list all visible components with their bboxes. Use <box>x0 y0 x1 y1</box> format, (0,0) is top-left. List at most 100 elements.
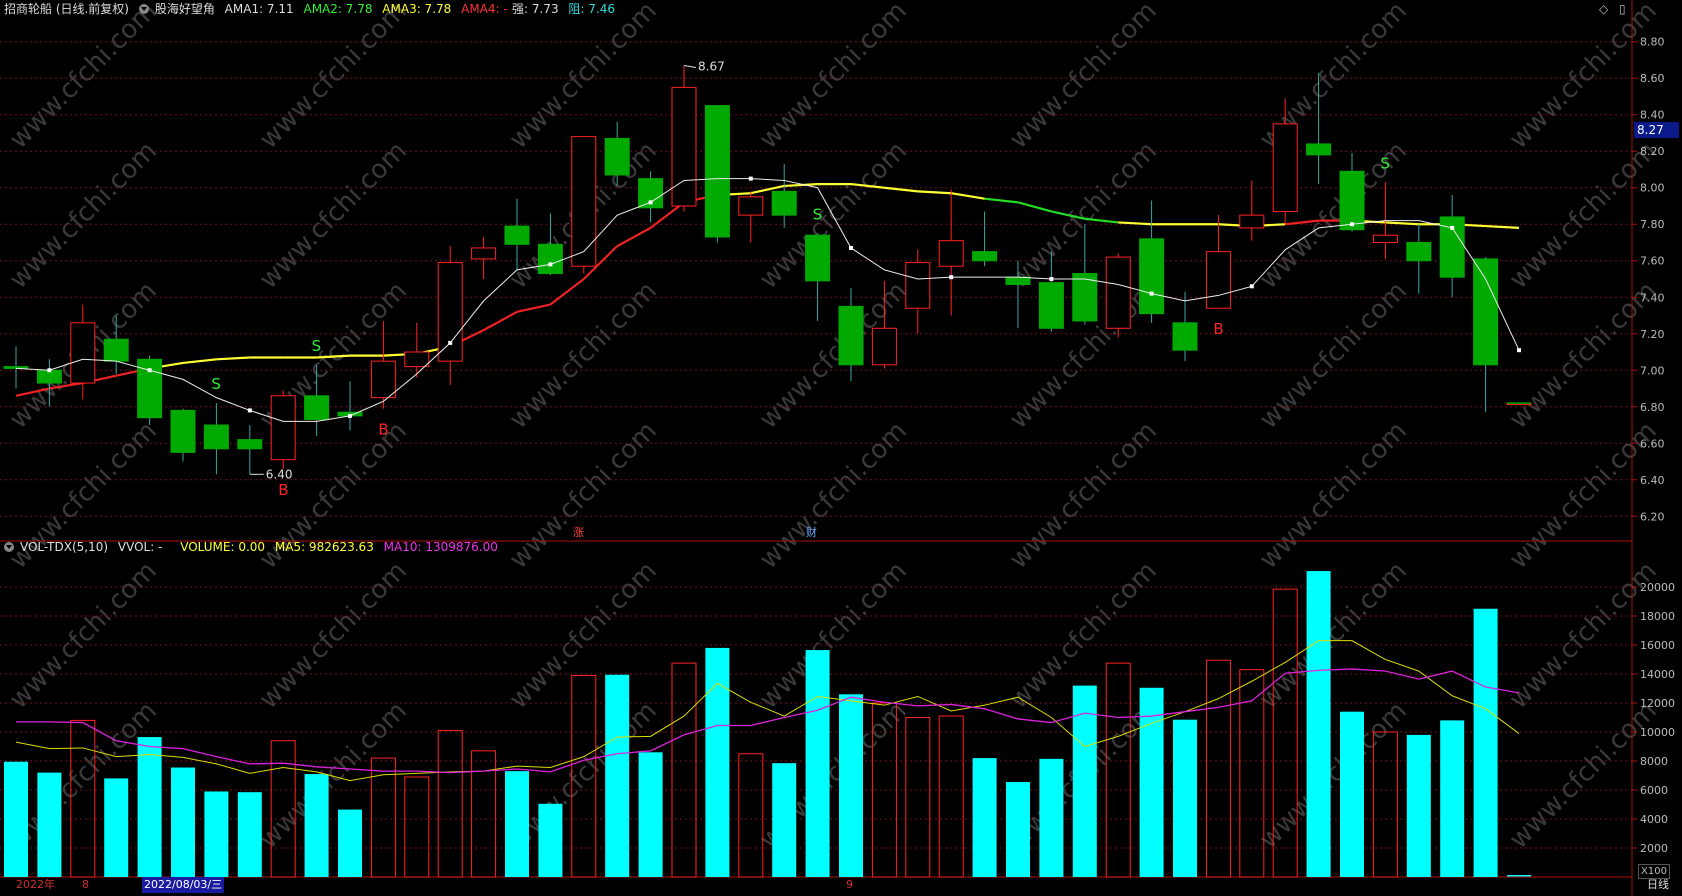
candle-body-up <box>437 262 463 362</box>
candle-body-up <box>671 86 697 207</box>
indicator-name[interactable]: 股海好望角 <box>155 2 215 16</box>
price-tick-label: 8.40 <box>1640 109 1665 122</box>
ama1-dot <box>748 176 753 181</box>
candlestick <box>1172 291 1198 362</box>
candlestick <box>404 322 430 378</box>
ama1-dot <box>548 262 553 267</box>
diamond-icon[interactable]: ◇ <box>1599 2 1608 16</box>
ama-trend-segment <box>984 197 1019 204</box>
candle-body-up <box>270 395 296 461</box>
ama1-dot <box>1049 277 1054 281</box>
candlestick <box>337 381 363 431</box>
volume-bar-down <box>1039 758 1064 877</box>
watermark-text: www.cfchi.com <box>1254 696 1413 855</box>
ama-trend-segment <box>1485 224 1520 229</box>
candlestick <box>1473 257 1499 413</box>
vol-name[interactable]: VOL-TDX(5,10) <box>20 540 108 554</box>
candlestick <box>3 346 29 389</box>
volume-tick-label: 12000 <box>1640 697 1675 710</box>
candlestick <box>938 189 964 316</box>
finance-marker: 财 <box>806 525 817 539</box>
indicator-dropdown-icon[interactable] <box>138 4 149 14</box>
candlestick <box>137 355 163 426</box>
candlestick <box>270 390 296 469</box>
candlestick <box>1139 200 1165 323</box>
candlestick <box>170 408 196 462</box>
year-label: 2022年 <box>16 878 55 891</box>
volume-bar-down <box>1406 734 1431 877</box>
volume-bar-up <box>1205 659 1231 878</box>
volume-value: VOLUME: 0.00 <box>180 540 266 554</box>
watermark-text: www.cfchi.com <box>254 136 413 295</box>
price-tick-label: 8.00 <box>1640 182 1665 195</box>
candle-body-down <box>1139 238 1165 315</box>
ama-trend-segment <box>483 310 518 332</box>
low-price-label: 6.40 <box>266 467 293 481</box>
candle-body-up <box>404 351 430 368</box>
watermark-text: www.cfchi.com <box>504 556 663 715</box>
price-tick-label: 8.60 <box>1640 72 1665 85</box>
watermark-text: www.cfchi.com <box>4 0 163 155</box>
ma10-value: MA10: 1309876.00 <box>383 540 498 554</box>
price-tick-label: 6.60 <box>1640 437 1665 450</box>
ama1-dot <box>1450 225 1455 230</box>
volume-bar-down <box>204 791 229 877</box>
watermark-text: www.cfchi.com <box>254 696 413 855</box>
watermark-text: www.cfchi.com <box>754 416 913 575</box>
resist-value: 阻: 7.46 <box>568 2 615 16</box>
candle-body-up <box>938 240 964 267</box>
volume-bar-down <box>972 758 997 877</box>
ama1-dot <box>1249 284 1254 289</box>
volume-tick-label: 20000 <box>1640 581 1675 594</box>
watermark-text: www.cfchi.com <box>1004 0 1163 155</box>
volume-bar-down <box>104 778 129 877</box>
candle-body-down <box>1038 282 1064 329</box>
price-tick-label: 6.80 <box>1640 401 1665 414</box>
candlestick <box>1105 253 1131 338</box>
ama4-value: AMA4: - <box>461 2 508 16</box>
watermark-text: www.cfchi.com <box>504 276 663 435</box>
stock-title[interactable]: 招商轮船 (日线.前复权) <box>4 2 129 16</box>
buy-signal: B <box>378 421 388 439</box>
candle-body-down <box>604 137 630 176</box>
volume-bar-up <box>671 662 697 878</box>
vvol-value: VVOL: - <box>117 540 163 554</box>
candle-body-down <box>504 225 530 245</box>
window-toggle-icon[interactable]: ▯ <box>1619 2 1626 16</box>
price-tick-label: 7.00 <box>1640 364 1665 377</box>
candle-body-down <box>704 105 730 238</box>
ama-trend-segment <box>516 303 551 313</box>
candlestick <box>571 136 597 274</box>
sell-signal: S <box>1380 154 1390 172</box>
volume-bar-down <box>237 792 262 877</box>
period-label[interactable]: 日线 <box>1647 877 1669 893</box>
candlestick <box>972 211 998 267</box>
volume-tick-label: 10000 <box>1640 726 1675 739</box>
ama1-dot <box>949 275 954 280</box>
ama1-dot <box>247 408 252 413</box>
volume-bar-down <box>538 803 563 877</box>
current-price-tag: 8.27 <box>1634 122 1679 138</box>
watermark-text: www.cfchi.com <box>1504 416 1663 575</box>
volume-bar-down <box>772 763 797 877</box>
ama-trend-segment <box>1017 201 1052 213</box>
volume-bar-down <box>505 771 529 877</box>
volume-bar-down <box>1340 711 1364 877</box>
candle-body-up <box>70 322 96 384</box>
ama1-dot <box>648 200 653 205</box>
volume-tick-label: 16000 <box>1640 639 1675 652</box>
watermark-text: www.cfchi.com <box>254 556 413 715</box>
price-tick-label: 6.40 <box>1640 474 1665 487</box>
candle-body-up <box>370 360 396 399</box>
stock-chart[interactable]: www.cfchi.com www.cfchi.com www.cfchi.com w… <box>0 0 1682 896</box>
candle-body-up <box>871 327 897 366</box>
volume-dropdown-icon[interactable] <box>4 542 14 552</box>
price-tick-label: 7.20 <box>1640 328 1665 341</box>
price-header: 招商轮船 (日线.前复权) 股海好望角 AMA1: 7.11 AMA2: 7.7… <box>4 0 514 18</box>
volume-tick-label: 14000 <box>1640 668 1675 681</box>
price-tick-label: 8.20 <box>1640 145 1665 158</box>
watermark-text: www.cfchi.com <box>1254 276 1413 435</box>
candlestick <box>203 403 229 475</box>
price-tick-label: 7.60 <box>1640 255 1665 268</box>
volume-bar-down <box>705 647 730 877</box>
